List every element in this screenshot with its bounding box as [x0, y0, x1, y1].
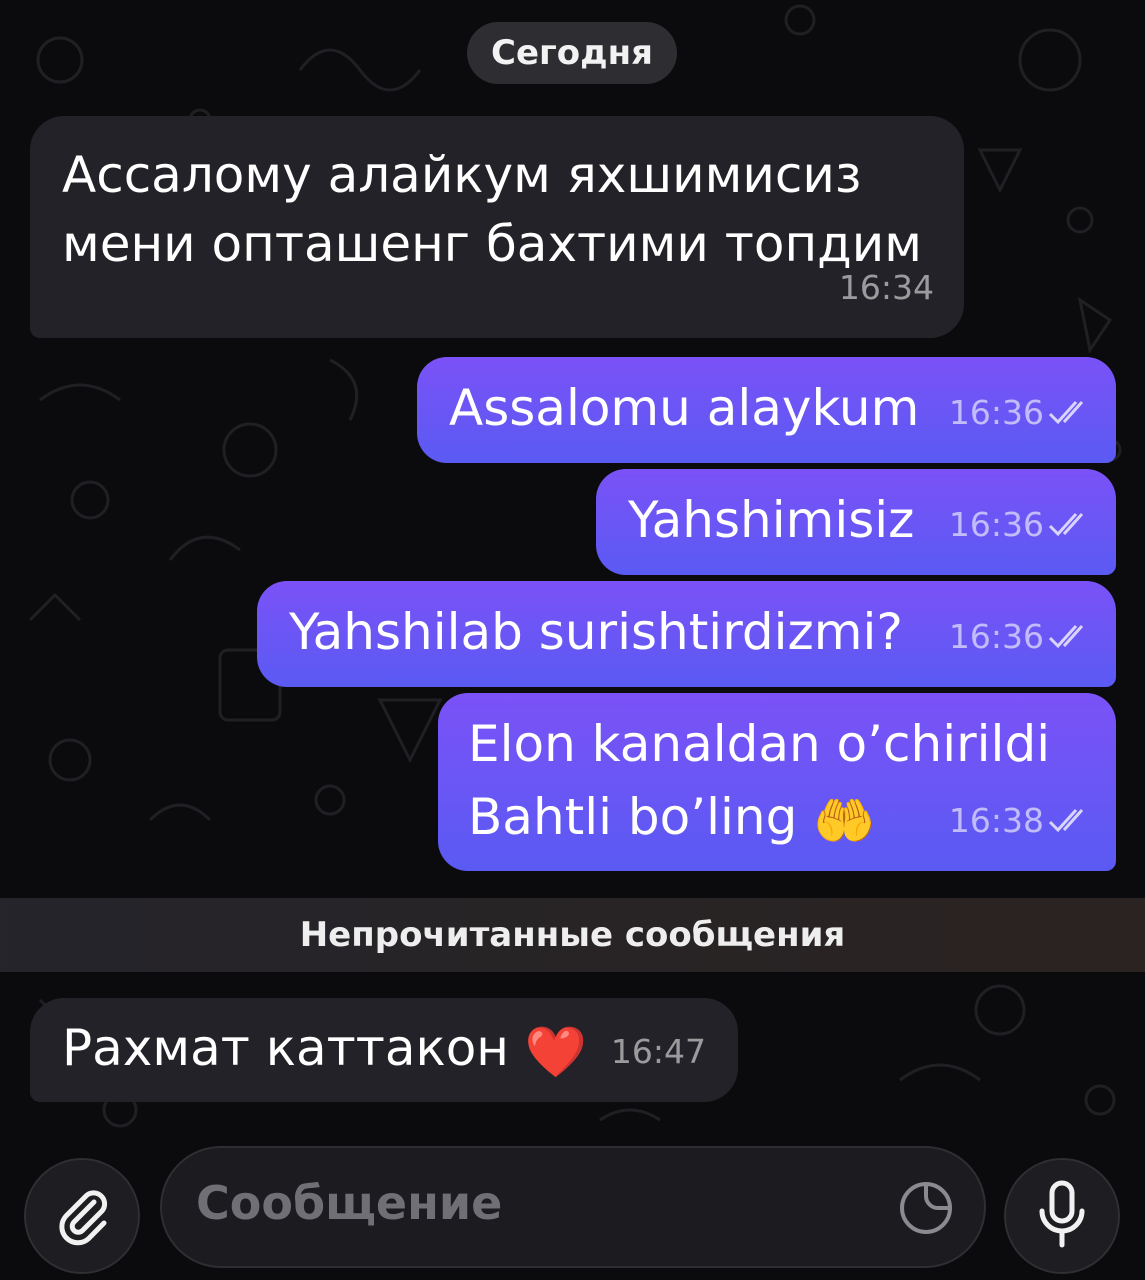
unread-label: Непрочитанные сообщения	[299, 915, 846, 955]
time-label: 16:34	[838, 268, 934, 307]
message-text-line: Elon kanaldan o’chirildi	[468, 715, 1051, 773]
sticker-icon[interactable]	[896, 1178, 956, 1242]
message-text-line: Рахмат каттакон ❤️	[62, 1012, 587, 1085]
message-text: Assalomu alaykum	[449, 379, 920, 437]
message-text-line-content: Bahtli bo’ling	[468, 788, 798, 846]
date-label: Сегодня	[491, 33, 653, 73]
double-check-icon	[1048, 808, 1092, 834]
open-hands-emoji: 🤲	[813, 792, 876, 850]
message-time: 16:36	[949, 488, 1092, 561]
double-check-icon	[1048, 400, 1092, 426]
message-time: 16:36	[949, 376, 1092, 449]
message-bubble-outgoing[interactable]: Assalomu alaykum 16:36	[417, 357, 1116, 463]
message-text: Yahshilab surishtirdizmi?	[289, 603, 903, 661]
message-bubble-outgoing[interactable]: Yahshilab surishtirdizmi? 16:36	[257, 581, 1116, 687]
message-bubble-outgoing[interactable]: Elon kanaldan o’chirildi Bahtli bo’ling …	[438, 693, 1116, 871]
time-label: 16:36	[948, 505, 1044, 544]
microphone-icon	[1030, 1179, 1094, 1253]
red-heart-emoji: ❤️	[524, 1023, 588, 1081]
unread-messages-separator: Непрочитанные сообщения	[0, 898, 1145, 972]
time-label: 16:36	[948, 393, 1044, 432]
message-composer[interactable]	[160, 1146, 986, 1268]
message-bubble-incoming[interactable]: Ассалому алайкум яхшимисиз мени опташенг…	[30, 116, 964, 338]
message-time: 16:38	[949, 784, 1092, 857]
message-text: Рахмат каттакон	[62, 1019, 509, 1077]
time-label: 16:47	[610, 1032, 706, 1071]
time-label: 16:36	[948, 617, 1044, 656]
message-input[interactable]	[196, 1176, 876, 1230]
double-check-icon	[1048, 512, 1092, 538]
message-text-line: Ассалому алайкум яхшимисиз	[62, 146, 862, 204]
attach-button[interactable]	[24, 1158, 140, 1274]
double-check-icon	[1048, 624, 1092, 650]
date-separator: Сегодня	[467, 22, 677, 84]
paperclip-icon	[50, 1182, 114, 1250]
message-time: 16:47	[611, 1015, 706, 1088]
message-time: 16:34	[839, 251, 934, 324]
message-time: 16:36	[949, 600, 1092, 673]
message-text: Yahshimisiz	[628, 491, 915, 549]
message-text-line: мени опташенг бахтими топдим	[62, 215, 922, 273]
message-bubble-outgoing[interactable]: Yahshimisiz 16:36	[596, 469, 1116, 575]
message-bubble-incoming[interactable]: Рахмат каттакон ❤️ 16:47	[30, 998, 738, 1102]
voice-record-button[interactable]	[1004, 1158, 1120, 1274]
time-label: 16:38	[948, 801, 1044, 840]
message-text-line: Bahtli bo’ling 🤲	[468, 781, 876, 854]
